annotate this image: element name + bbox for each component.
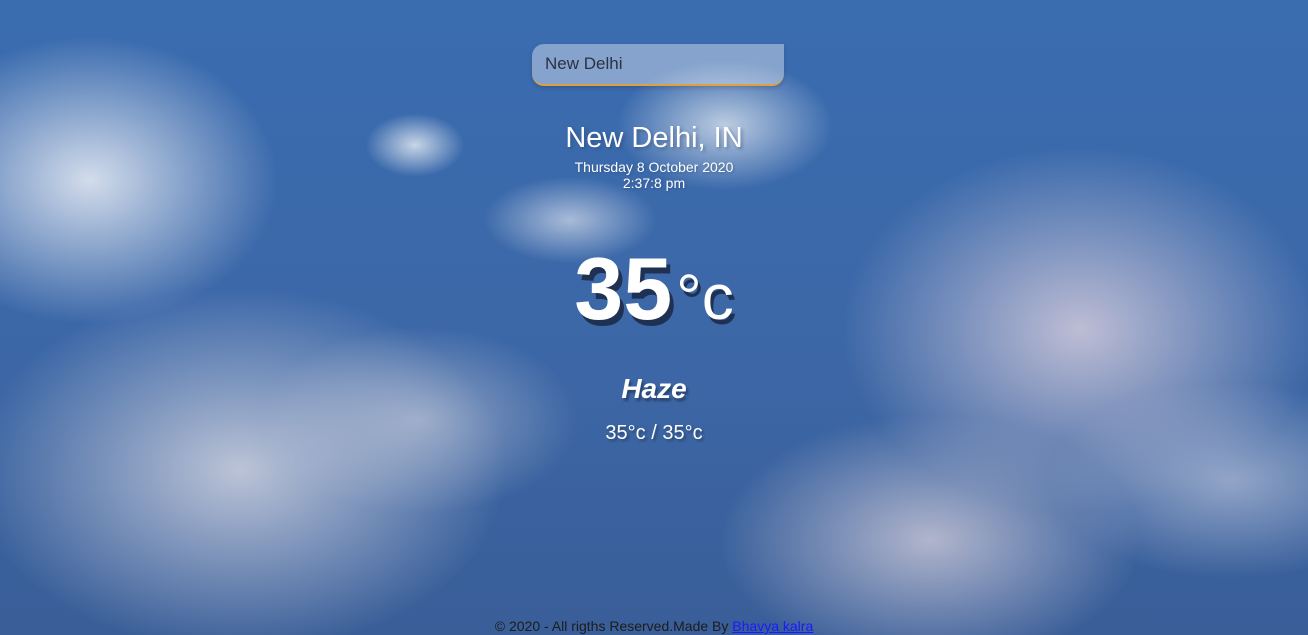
- location-box: New Delhi, IN Thursday 8 October 2020 2:…: [0, 120, 1308, 191]
- author-link[interactable]: Bhavya kalra: [732, 618, 813, 634]
- date-text: Thursday 8 October 2020: [574, 159, 734, 175]
- location-name: New Delhi, IN: [565, 122, 743, 154]
- footer: © 2020 - All rigths Reserved.Made By Bha…: [0, 617, 1308, 635]
- weather-condition: Haze: [621, 373, 687, 404]
- temperature-value: 35: [574, 239, 673, 338]
- search-input[interactable]: [532, 44, 784, 86]
- weather-box: Haze 35°c / 35°c: [0, 372, 1308, 445]
- temperature-display: 35°c: [0, 238, 1308, 340]
- temperature-unit: °c: [676, 261, 734, 333]
- time-text: 2:37:8 pm: [622, 175, 686, 191]
- hi-low-temperature: 35°c / 35°c: [605, 422, 703, 444]
- search-box: [532, 44, 784, 86]
- footer-copyright: © 2020 - All rigths Reserved.Made By: [494, 618, 733, 634]
